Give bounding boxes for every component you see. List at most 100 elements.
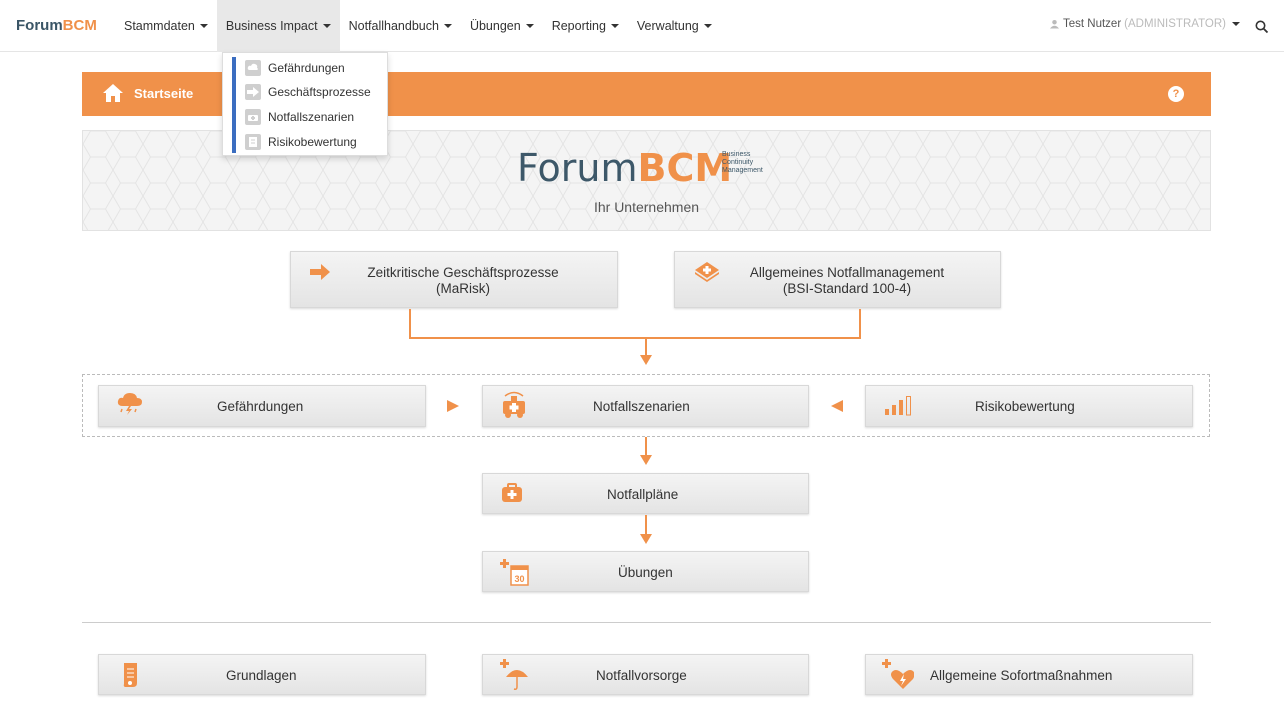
calendar-plus-icon: 30 [500,559,529,586]
search-button[interactable] [1250,15,1274,39]
page-title: Startseite [134,86,194,101]
home-icon [103,84,123,102]
document-icon [245,134,261,150]
dropdown-item-notfallszenarien[interactable]: Notfallszenarien [245,107,354,127]
user-icon [1050,19,1059,29]
grundlagen-button[interactable]: Grundlagen [98,654,426,695]
caret-down-icon [443,24,452,28]
nav-label: Notfallhandbuch [348,19,439,33]
arrow-icon [245,84,261,100]
logo-subtitle: Business Continuity Management [722,151,763,175]
nav-label: Übungen [469,19,521,33]
connector [409,309,411,338]
umbrella-plus-icon [500,659,528,690]
top-navbar: ForumBCM Stammdaten Business Impact Notf… [0,0,1284,52]
arrow-right-icon [310,264,330,280]
brand-part2: BCM [62,17,97,34]
nav-label: Business Impact [225,19,318,33]
calendar-day: 30 [514,574,524,584]
zeitkritische-prozesse-button[interactable]: Zeitkritische Geschäftsprozesse (MaRisk) [290,251,618,308]
logo-sub-line: Management [722,167,763,174]
cloud-icon [245,60,261,76]
arrow-down-icon [640,355,652,365]
dropdown-item-label: Gefährdungen [268,61,345,75]
ambulance-icon [503,391,525,418]
uebungen-label: Übungen [618,565,673,580]
nav-label: Verwaltung [636,19,699,33]
risikobewertung-label: Risikobewertung [975,399,1075,414]
caret-down-icon [1231,22,1240,26]
bar-chart-icon [885,396,911,416]
nav-verwaltung[interactable]: Verwaltung [628,0,721,52]
dropdown-accent-bar [232,57,236,153]
brand-logo[interactable]: ForumBCM [16,17,97,34]
brand-part1: Forum [16,17,63,34]
nav-notfallhandbuch[interactable]: Notfallhandbuch [340,0,461,52]
grundlagen-label: Grundlagen [226,668,297,683]
notfallplaene-label: Notfallpläne [607,487,679,502]
arrow-left-icon [831,400,843,412]
search-icon [1255,20,1269,34]
notfallvorsorge-label: Notfallvorsorge [596,668,687,683]
nav-uebungen[interactable]: Übungen [461,0,543,52]
caret-down-icon [199,24,208,28]
allgemeines-notfallmanagement-button[interactable]: Allgemeines Notfallmanagement (BSI-Stand… [674,251,1001,308]
heart-plus-icon [882,659,914,689]
nav-stammdaten[interactable]: Stammdaten [115,0,217,52]
main-nav: Stammdaten Business Impact Notfallhandbu… [115,0,721,52]
connector [859,309,861,338]
nav-business-impact[interactable]: Business Impact [216,0,340,52]
allgemeine-sofortmassnahmen-button[interactable]: Allgemeine Sofortmaßnahmen [865,654,1193,695]
gefaehrdungen-label: Gefährdungen [217,399,304,414]
dropdown-item-gefaehrdungen[interactable]: Gefährdungen [245,58,345,78]
company-name: Ihr Unternehmen [593,199,700,215]
caret-down-icon [322,24,331,28]
caret-down-icon [525,24,534,28]
logo-sub-line: Business [722,151,751,158]
arrow-down-icon [640,455,652,465]
zeitkritisch-line2: (MaRisk) [436,281,490,296]
user-role: (ADMINISTRATOR) [1124,18,1226,30]
dropdown-item-label: Risikobewertung [268,135,357,149]
nav-label: Stammdaten [124,19,195,33]
zeitkritisch-line1: Zeitkritische Geschäftsprozesse [367,265,559,280]
connector [645,437,647,456]
caret-down-icon [610,24,619,28]
allgemein-line1: Allgemeines Notfallmanagement [749,265,945,280]
uebungen-button[interactable]: 30 Übungen [482,551,809,592]
connector [409,337,861,339]
dropdown-item-geschaeftsprozesse[interactable]: Geschäftsprozesse [245,82,371,102]
storm-cloud-icon [117,393,142,415]
dropdown-item-risikobewertung[interactable]: Risikobewertung [245,132,357,152]
dropdown-item-label: Notfallszenarien [268,110,355,124]
notfallszenarien-button[interactable]: Notfallszenarien [482,385,809,427]
user-name: Test Nutzer [1063,18,1122,30]
connector [645,337,647,357]
dropdown-item-label: Geschäftsprozesse [268,85,371,99]
nav-reporting[interactable]: Reporting [543,0,628,52]
caret-down-icon [703,24,712,28]
banner-logo: ForumBCM [517,146,732,190]
nav-label: Reporting [551,19,606,33]
notfallvorsorge-button[interactable]: Notfallvorsorge [482,654,809,695]
risikobewertung-button[interactable]: Risikobewertung [865,385,1193,427]
section-divider [82,622,1211,623]
logo-part1: Forum [517,146,638,190]
business-impact-dropdown: Gefährdungen Geschäftsprozesse Notfallsz… [222,52,388,156]
notfallszenarien-label: Notfallszenarien [593,399,690,414]
connector [645,515,647,535]
notfallplaene-button[interactable]: Notfallpläne [482,473,809,514]
gefaehrdungen-button[interactable]: Gefährdungen [98,385,426,427]
arrow-down-icon [640,534,652,544]
help-button[interactable]: ? [1168,86,1184,102]
arrow-right-icon [447,400,459,412]
user-menu[interactable]: Test Nutzer (ADMINISTRATOR) [1050,18,1240,30]
first-aid-kit-icon [695,262,719,282]
ambulance-icon [245,109,261,125]
sofortmassnahmen-label: Allgemeine Sofortmaßnahmen [930,668,1113,683]
medkit-icon [502,483,522,502]
allgemein-line2: (BSI-Standard 100-4) [782,281,912,296]
logo-sub-line: Continuity [722,159,754,166]
logo-part2: BCM [637,146,733,190]
scroll-icon [123,663,137,687]
